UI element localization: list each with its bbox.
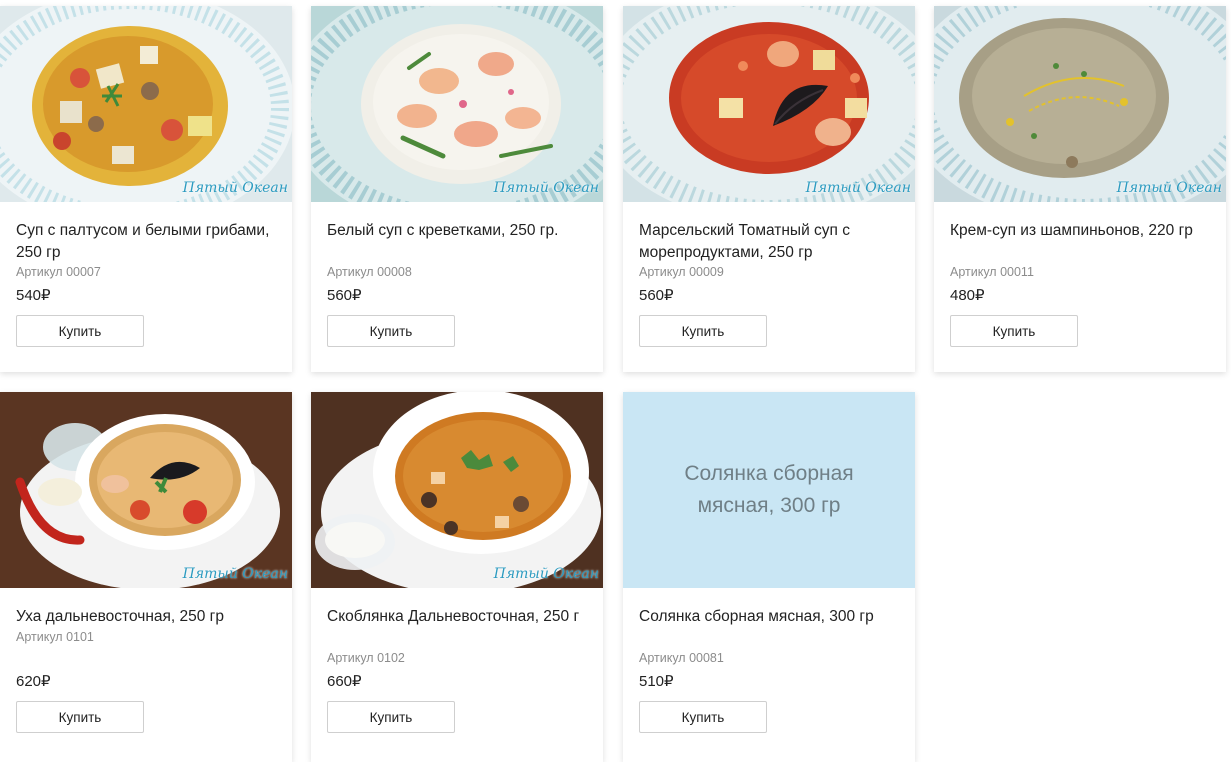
buy-button[interactable]: Купить	[16, 701, 144, 733]
product-card[interactable]: Пятый Океан Уха дальневосточная, 250 гр …	[0, 392, 292, 762]
product-card[interactable]: Солянка сборная мясная, 300 гр Солянка с…	[623, 392, 915, 762]
product-image[interactable]: Пятый Океан	[311, 392, 603, 588]
product-sku: Артикул 0102	[327, 651, 405, 665]
product-sku: Артикул 00011	[950, 265, 1034, 279]
brand-logo: Пятый Океан	[182, 566, 288, 582]
product-price: 560₽	[327, 287, 362, 304]
product-image[interactable]: Пятый Океан	[311, 6, 603, 202]
product-title[interactable]: Уха дальневосточная, 250 гр	[16, 606, 271, 628]
brand-logo: Пятый Океан	[805, 180, 911, 196]
product-price: 560₽	[639, 287, 674, 304]
product-price: 540₽	[16, 287, 51, 304]
buy-button[interactable]: Купить	[327, 701, 455, 733]
product-price: 620₽	[16, 673, 51, 690]
product-title[interactable]: Суп с палтусом и белыми грибами, 250 гр	[16, 220, 271, 264]
product-sku: Артикул 0101	[16, 630, 94, 644]
product-title[interactable]: Солянка сборная мясная, 300 гр	[639, 606, 894, 628]
product-title[interactable]: Марсельский Томатный суп с морепродуктам…	[639, 220, 894, 264]
product-sku: Артикул 00081	[639, 651, 724, 665]
product-card[interactable]: Пятый Океан Марсельский Томатный суп с м…	[623, 6, 915, 372]
buy-button[interactable]: Купить	[16, 315, 144, 347]
product-sku: Артикул 00007	[16, 265, 101, 279]
product-image[interactable]: Пятый Океан	[0, 392, 292, 588]
brand-logo: Пятый Океан	[1116, 180, 1222, 196]
product-price: 660₽	[327, 673, 362, 690]
product-card[interactable]: Пятый Океан Крем-суп из шампиньонов, 220…	[934, 6, 1226, 372]
buy-button[interactable]: Купить	[639, 701, 767, 733]
product-title[interactable]: Белый суп с креветками, 250 гр.	[327, 220, 582, 242]
product-card[interactable]: Пятый Океан Белый суп с креветками, 250 …	[311, 6, 603, 372]
product-card[interactable]: Пятый Океан Суп с палтусом и белыми гриб…	[0, 6, 292, 372]
image-placeholder[interactable]: Солянка сборная мясная, 300 гр	[623, 392, 915, 588]
product-price: 510₽	[639, 673, 674, 690]
product-card[interactable]: Пятый Океан Скоблянка Дальневосточная, 2…	[311, 392, 603, 762]
brand-logo: Пятый Океан	[182, 180, 288, 196]
buy-button[interactable]: Купить	[639, 315, 767, 347]
buy-button[interactable]: Купить	[327, 315, 455, 347]
brand-logo: Пятый Океан	[493, 180, 599, 196]
brand-logo: Пятый Океан	[493, 566, 599, 582]
product-image[interactable]: Пятый Океан	[934, 6, 1226, 202]
product-image[interactable]: Пятый Океан	[623, 6, 915, 202]
product-image[interactable]: Пятый Океан	[0, 6, 292, 202]
product-price: 480₽	[950, 287, 985, 304]
product-title[interactable]: Крем-суп из шампиньонов, 220 гр	[950, 220, 1205, 242]
buy-button[interactable]: Купить	[950, 315, 1078, 347]
product-sku: Артикул 00009	[639, 265, 724, 279]
product-title[interactable]: Скоблянка Дальневосточная, 250 г	[327, 606, 582, 628]
product-sku: Артикул 00008	[327, 265, 412, 279]
